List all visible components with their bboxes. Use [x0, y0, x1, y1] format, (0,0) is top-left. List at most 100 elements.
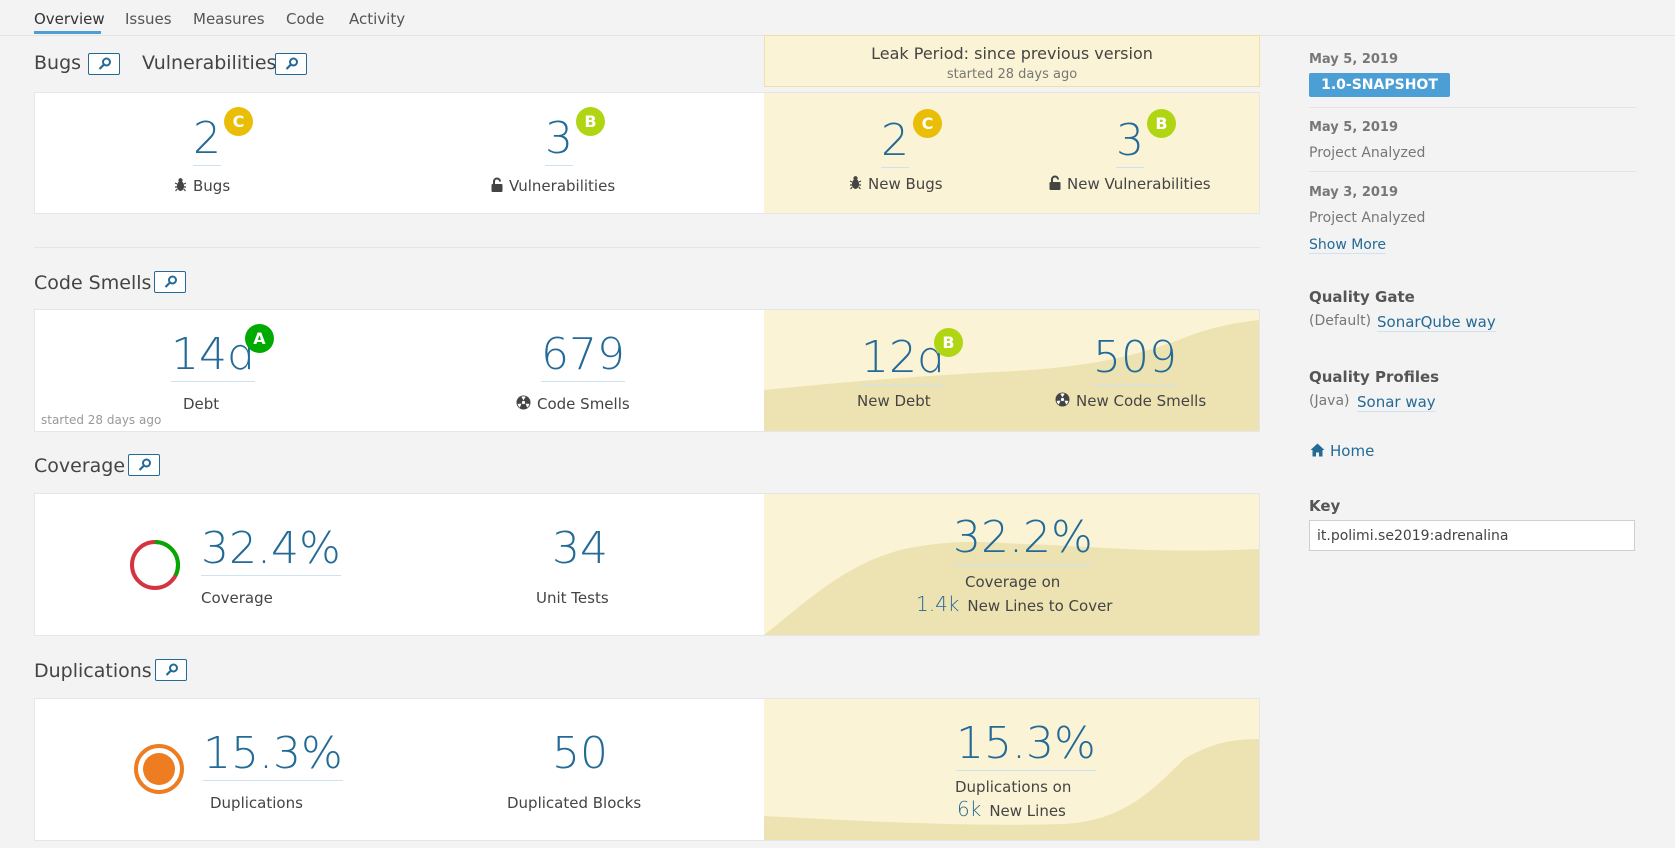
code-smells-label-text: Code Smells [537, 395, 630, 413]
code-smells-history-button[interactable] [154, 271, 186, 293]
new-coverage-label: Coverage on [965, 573, 1061, 591]
active-tab-indicator [34, 31, 101, 34]
new-bugs-value[interactable]: 2 [881, 119, 909, 168]
new-lines-label: New Lines [989, 802, 1066, 820]
debt-value[interactable]: 14d [171, 333, 255, 382]
code-smells-value[interactable]: 679 [541, 333, 625, 382]
coverage-label: Coverage [201, 589, 273, 607]
new-vulnerabilities-value[interactable]: 3 [1116, 119, 1144, 168]
new-vulnerabilities-label: New Vulnerabilities [1049, 175, 1211, 193]
quality-profiles-title: Quality Profiles [1309, 368, 1440, 386]
bug-icon [174, 178, 187, 192]
new-code-smells-label: New Code Smells [1055, 392, 1206, 410]
project-key-title: Key [1309, 497, 1341, 515]
debt-started-note: started 28 days ago [41, 413, 162, 427]
duplicated-blocks-value[interactable]: 50 [552, 732, 608, 776]
duplications-history-button[interactable] [155, 659, 187, 681]
bugs-label-text: Bugs [193, 177, 231, 195]
new-lines-to-cover-value[interactable]: 1.4k [916, 592, 959, 616]
vulnerabilities-section-title: Vulnerabilities [142, 52, 277, 74]
new-lines-to-cover-label: New Lines to Cover [967, 597, 1113, 615]
leak-period-started: started 28 days ago [946, 67, 1078, 82]
event-date: May 5, 2019 [1309, 120, 1399, 135]
duplications-value[interactable]: 15.3% [203, 732, 343, 781]
section-divider [34, 247, 1260, 248]
lock-icon [491, 177, 503, 192]
home-link-label: Home [1330, 442, 1375, 460]
quality-profile-link[interactable]: Sonar way [1357, 393, 1436, 412]
new-coverage-value[interactable]: 32.2% [953, 516, 1093, 565]
bugs-label: Bugs [174, 177, 230, 195]
tab-activity[interactable]: Activity [349, 10, 405, 28]
new-debt-rating-badge[interactable]: B [934, 328, 963, 357]
new-bugs-label: New Bugs [849, 175, 943, 193]
quality-gate-link[interactable]: SonarQube way [1377, 313, 1496, 332]
leak-sparkline [764, 320, 1259, 431]
code-smell-icon [516, 395, 531, 410]
duplications-label: Duplications [210, 794, 303, 812]
coverage-donut-icon [130, 540, 180, 590]
tab-code[interactable]: Code [286, 10, 324, 28]
link-icon [98, 57, 111, 70]
new-lines-to-cover: 1.4k New Lines to Cover [916, 592, 1112, 616]
new-lines-value[interactable]: 6k [957, 797, 981, 821]
new-duplications-label: Duplications on [955, 778, 1072, 796]
event-text: Project Analyzed [1309, 210, 1426, 226]
new-debt-value[interactable]: 12d [861, 336, 945, 385]
bugs-value[interactable]: 2 [193, 117, 221, 166]
vulnerabilities-label-text: Vulnerabilities [509, 177, 616, 195]
event-text: Project Analyzed [1309, 145, 1426, 161]
new-code-smells-label-text: New Code Smells [1076, 392, 1207, 410]
leak-period-title: Leak Period: since previous version [871, 44, 1153, 63]
coverage-section-title: Coverage [34, 455, 126, 477]
coverage-value[interactable]: 32.4% [201, 527, 341, 576]
vulnerabilities-label: Vulnerabilities [491, 177, 615, 195]
new-bugs-label-text: New Bugs [868, 175, 943, 193]
new-vulnerabilities-rating-badge[interactable]: B [1147, 109, 1176, 138]
link-icon [285, 57, 298, 70]
code-smell-icon [1055, 392, 1070, 407]
duplications-section-title: Duplications [34, 660, 152, 682]
quality-gate-default: (Default) [1309, 313, 1372, 329]
show-more-link[interactable]: Show More [1309, 237, 1386, 254]
quality-profile-language: (Java) [1309, 393, 1350, 409]
code-smells-section-title: Code Smells [34, 272, 152, 294]
new-bugs-rating-badge[interactable]: C [913, 109, 942, 138]
bugs-rating-badge[interactable]: C [224, 107, 253, 136]
lock-icon [1049, 175, 1061, 190]
event-date: May 3, 2019 [1309, 185, 1399, 200]
leak-period-header: Leak Period: since previous version star… [764, 35, 1260, 87]
duplications-indicator-icon [134, 744, 184, 794]
project-nav-tabs: Overview Issues Measures Code Activity [0, 0, 1675, 36]
version-badge: 1.0-SNAPSHOT [1309, 73, 1450, 97]
event-date: May 5, 2019 [1309, 52, 1399, 67]
bugs-history-button[interactable] [88, 53, 120, 75]
link-icon [165, 663, 178, 676]
home-link[interactable]: Home [1310, 442, 1374, 460]
home-icon [1310, 443, 1325, 457]
link-icon [138, 458, 151, 471]
unit-tests-label: Unit Tests [536, 589, 609, 607]
new-lines: 6k New Lines [957, 797, 1066, 821]
tab-overview[interactable]: Overview [34, 10, 105, 28]
new-debt-label: New Debt [857, 392, 931, 410]
new-duplications-value[interactable]: 15.3% [956, 722, 1096, 771]
unit-tests-value[interactable]: 34 [552, 527, 608, 571]
link-icon [164, 275, 177, 288]
vulnerabilities-rating-badge[interactable]: B [576, 107, 605, 136]
tab-issues[interactable]: Issues [125, 10, 172, 28]
new-code-smells-value[interactable]: 509 [1093, 336, 1177, 385]
debt-label: Debt [183, 395, 220, 413]
project-key-input[interactable] [1309, 520, 1635, 551]
reliability-leak-area [764, 93, 1259, 213]
coverage-history-button[interactable] [128, 454, 160, 476]
bugs-section-title: Bugs [34, 52, 82, 74]
debt-rating-badge[interactable]: A [245, 324, 274, 353]
vulnerabilities-value[interactable]: 3 [545, 117, 573, 166]
vulnerabilities-history-button[interactable] [275, 53, 307, 75]
event-separator [1309, 171, 1636, 172]
duplicated-blocks-label: Duplicated Blocks [507, 794, 642, 812]
quality-gate-title: Quality Gate [1309, 288, 1415, 306]
tab-measures[interactable]: Measures [193, 10, 265, 28]
code-smells-leak-area [764, 310, 1259, 431]
